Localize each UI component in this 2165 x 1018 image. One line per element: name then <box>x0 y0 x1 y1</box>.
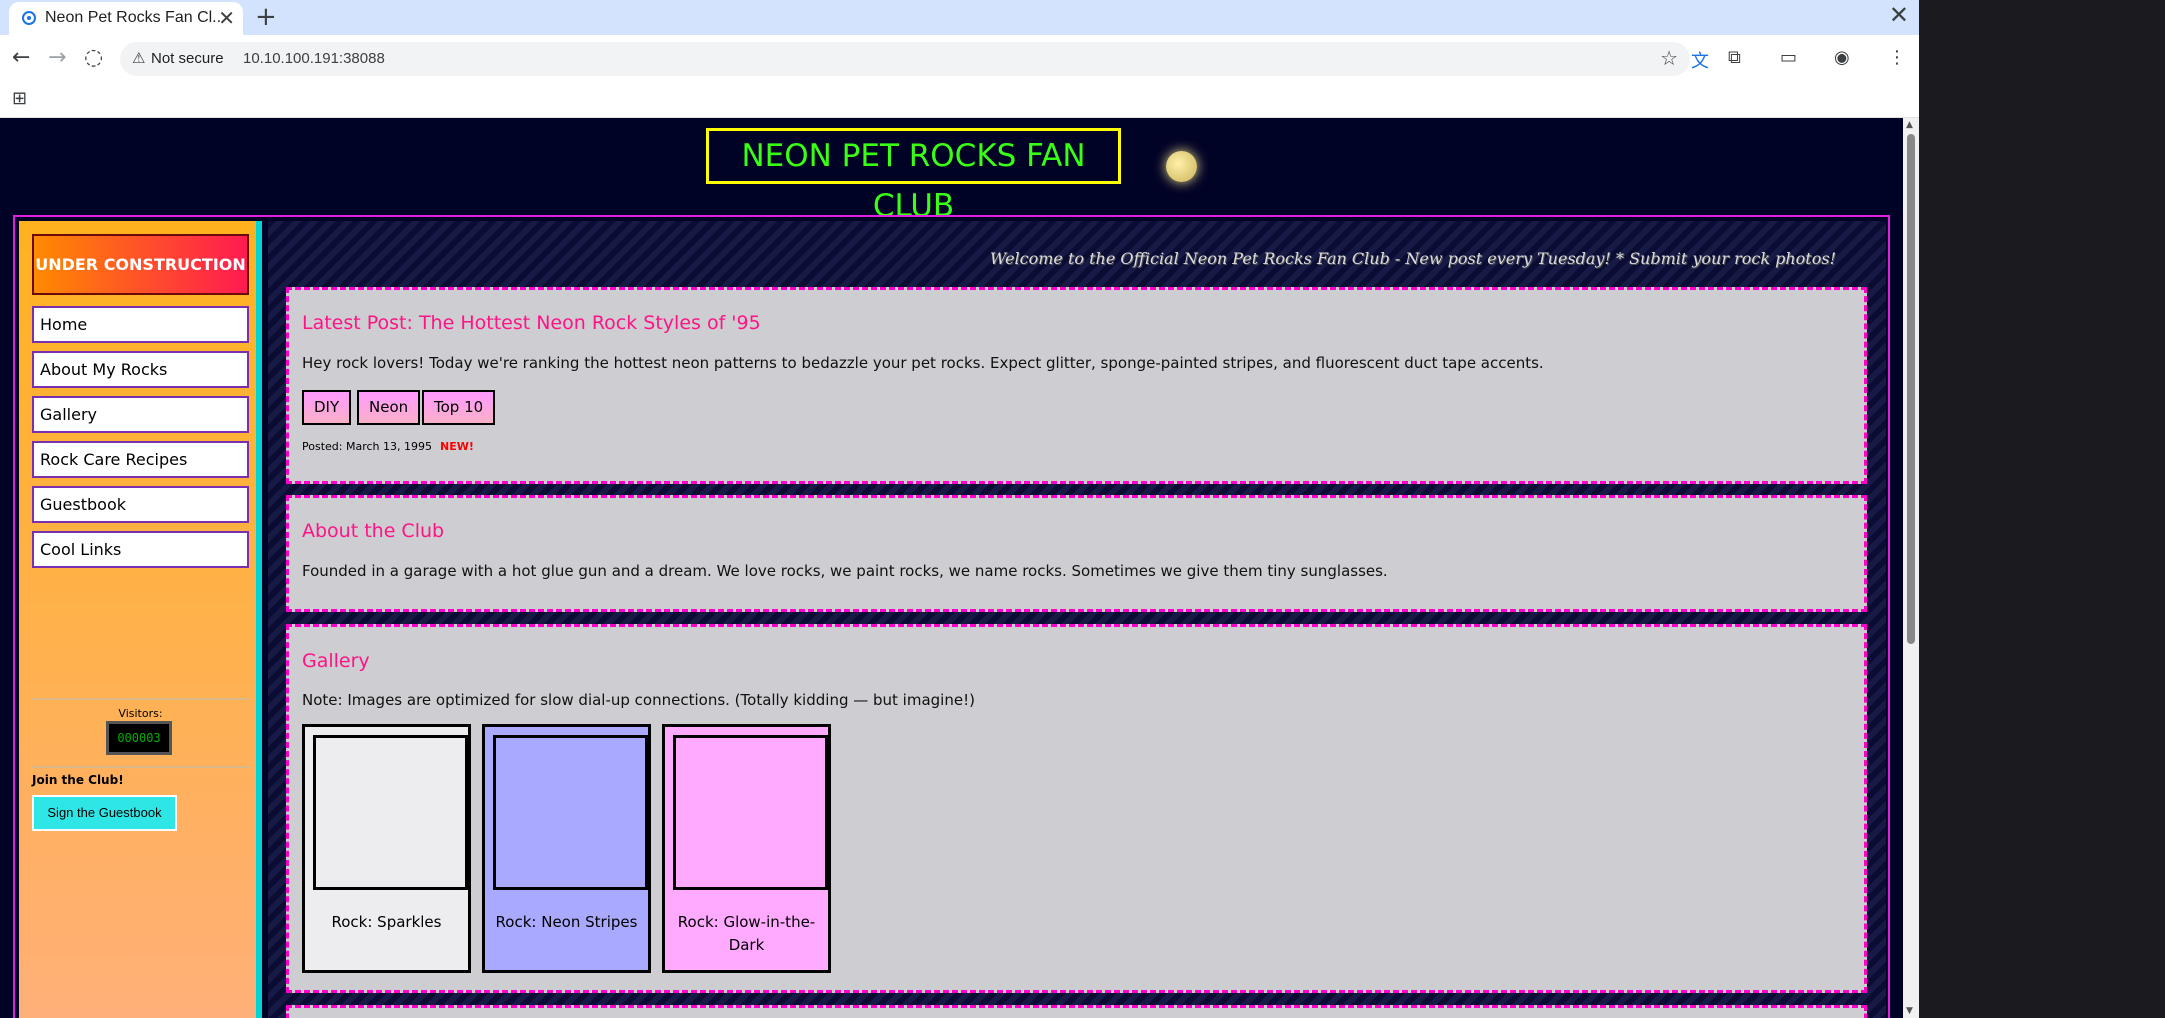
profile-icon[interactable]: ◉ <box>1834 47 1850 68</box>
gallery-item-sparkles[interactable]: Rock: Sparkles <box>302 724 471 973</box>
latest-post-title: Latest Post: The Hottest Neon Rock Style… <box>302 312 761 334</box>
gallery-card: Gallery Note: Images are optimized for s… <box>286 624 1867 993</box>
about-body: Founded in a garage with a hot glue gun … <box>302 562 1388 580</box>
next-card <box>286 1005 1867 1018</box>
scroll-up-icon[interactable]: ▲ <box>1906 120 1913 130</box>
nav-about-my-rocks[interactable]: About My Rocks <box>32 351 249 388</box>
bookmarks-bar: ⊞ <box>0 84 1919 118</box>
window-close-button[interactable]: ✕ <box>1889 1 1909 29</box>
loading-spinner-icon[interactable]: ◌ <box>84 45 103 70</box>
tag-top-10[interactable]: Top 10 <box>422 390 496 425</box>
nav-gallery[interactable]: Gallery <box>32 396 249 433</box>
apps-grid-icon[interactable]: ⊞ <box>12 88 27 109</box>
gallery-note: Note: Images are optimized for slow dial… <box>302 691 975 709</box>
divider <box>32 766 249 768</box>
site-title: NEON PET ROCKS FAN CLUB <box>706 128 1121 224</box>
join-label: Join the Club! <box>32 773 124 787</box>
nav-cool-links[interactable]: Cool Links <box>32 531 249 568</box>
extensions-icon[interactable]: ⧉ <box>1728 47 1741 68</box>
latest-post-card: Latest Post: The Hottest Neon Rock Style… <box>286 287 1867 484</box>
tab-close-icon[interactable]: ✕ <box>218 6 235 30</box>
forward-arrow-icon[interactable]: → <box>48 45 66 70</box>
security-label[interactable]: Not secure <box>151 50 224 67</box>
rock-photo <box>673 735 828 890</box>
sign-guestbook-button[interactable]: Sign the Guestbook <box>32 795 177 831</box>
tag-neon[interactable]: Neon <box>357 390 421 425</box>
gallery-caption: Rock: Glow-in-the-Dark <box>677 913 816 954</box>
cast-icon[interactable]: ▭ <box>1780 47 1797 68</box>
under-construction-banner: UNDER CONSTRUCTION <box>32 234 249 295</box>
address-bar[interactable]: ⚠ Not secure 10.10.100.191:38088 ☆ <box>120 42 1690 76</box>
scroll-down-icon[interactable]: ▼ <box>1906 1006 1913 1016</box>
nav-rock-care-recipes[interactable]: Rock Care Recipes <box>32 441 249 478</box>
browser-toolbar: ← → ◌ ⚠ Not secure 10.10.100.191:38088 ☆… <box>0 35 1919 84</box>
nav-guestbook[interactable]: Guestbook <box>32 486 249 523</box>
about-card: About the Club Founded in a garage with … <box>286 495 1867 612</box>
menu-icon[interactable]: ⋮ <box>1888 47 1906 68</box>
sidebar: UNDER CONSTRUCTION Home About My Rocks G… <box>19 221 262 1018</box>
warning-icon[interactable]: ⚠ <box>132 49 145 67</box>
welcome-marquee: Welcome to the Official Neon Pet Rocks F… <box>989 249 1836 268</box>
posted-text: Posted: March 13, 1995 <box>302 440 432 453</box>
gallery-item-glow-in-the-dark[interactable]: Rock: Glow-in-the-Dark <box>662 724 831 973</box>
page-viewport: NEON PET ROCKS FAN CLUB UNDER CONSTRUCTI… <box>0 118 1903 1018</box>
page-scrollbar[interactable]: ▲ ▼ <box>1903 118 1919 1018</box>
divider <box>32 698 249 700</box>
bookmark-star-icon[interactable]: ☆ <box>1660 46 1678 70</box>
nav-home[interactable]: Home <box>32 306 249 343</box>
url-text[interactable]: 10.10.100.191:38088 <box>243 50 385 67</box>
moon-icon <box>1166 151 1197 182</box>
site-favicon-icon <box>22 11 36 25</box>
translate-icon[interactable]: 文 <box>1691 47 1709 73</box>
new-tab-button[interactable]: + <box>255 2 277 32</box>
tab-title: Neon Pet Rocks Fan Cl... <box>45 9 220 26</box>
back-arrow-icon[interactable]: ← <box>12 45 30 70</box>
rock-photo <box>313 735 468 890</box>
tag-diy[interactable]: DIY <box>302 390 352 425</box>
browser-tab[interactable]: Neon Pet Rocks Fan Cl... ✕ <box>9 2 243 35</box>
scrollbar-thumb[interactable] <box>1907 134 1915 644</box>
post-date: Posted: March 13, 1995 NEW! <box>302 440 474 453</box>
gallery-caption: Rock: Sparkles <box>331 913 442 931</box>
tab-strip: Neon Pet Rocks Fan Cl... ✕ + ✕ <box>0 0 1919 35</box>
gallery-title: Gallery <box>302 650 370 672</box>
visitor-counter: 000003 <box>106 721 172 755</box>
visitors-label: Visitors: <box>118 707 163 720</box>
main-content: Welcome to the Official Neon Pet Rocks F… <box>268 221 1886 1018</box>
gallery-item-neon-stripes[interactable]: Rock: Neon Stripes <box>482 724 651 973</box>
gallery-caption: Rock: Neon Stripes <box>495 913 638 931</box>
new-badge: NEW! <box>439 440 474 453</box>
about-title: About the Club <box>302 520 445 542</box>
rock-photo <box>493 735 648 890</box>
latest-post-body: Hey rock lovers! Today we're ranking the… <box>302 354 1544 372</box>
